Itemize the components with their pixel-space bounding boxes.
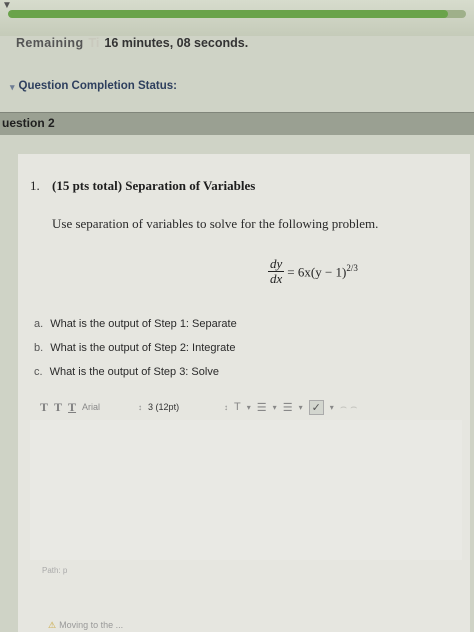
fraction-numerator: dy bbox=[268, 256, 285, 272]
dropdown-caret-icon[interactable]: ▾ bbox=[247, 403, 251, 412]
dropdown-caret-icon[interactable]: ▾ bbox=[330, 403, 334, 412]
link-icon[interactable]: ⌢ ⌢ bbox=[340, 401, 358, 414]
dropdown-caret-icon[interactable]: ▾ bbox=[299, 403, 303, 412]
bottom-status-text: Moving to the ... bbox=[59, 620, 124, 630]
select-arrows-icon[interactable]: ↕ bbox=[224, 403, 228, 412]
spellcheck-icon[interactable]: ✓ bbox=[308, 399, 324, 415]
text-color-icon[interactable]: T bbox=[234, 401, 241, 413]
select-arrows-icon[interactable]: ↕ bbox=[138, 403, 142, 412]
question-title: (15 pts total) Separation of Variables bbox=[52, 178, 256, 193]
expand-toggle-icon[interactable]: ▾ bbox=[10, 82, 15, 93]
warning-icon: ⚠ bbox=[48, 620, 57, 630]
step-a: a. What is the output of Step 1: Separat… bbox=[34, 318, 237, 330]
equation-rhs: = 6x(y − 1)2/3 bbox=[287, 263, 358, 280]
equation-rhs-text: = 6x(y − 1) bbox=[287, 264, 347, 280]
question-header: uestion 2 bbox=[0, 112, 474, 135]
timer-obscured-text: Ti bbox=[88, 36, 100, 50]
question-completion-status[interactable]: ▾ Question Completion Status: bbox=[10, 80, 177, 93]
step-c: c. What is the output of Step 3: Solve bbox=[34, 366, 219, 378]
answer-editor[interactable] bbox=[30, 420, 462, 560]
progress-fill bbox=[8, 10, 448, 18]
timer-readout: Remaining Ti 16 minutes, 08 seconds. bbox=[16, 36, 248, 50]
fraction-denominator: dx bbox=[270, 271, 283, 286]
font-family-select[interactable]: Arial bbox=[82, 402, 132, 412]
step-text: What is the output of Step 3: Solve bbox=[49, 366, 219, 378]
question-header-title: uestion 2 bbox=[2, 116, 55, 130]
step-text: What is the output of Step 1: Separate bbox=[50, 318, 237, 330]
text-format-button-2[interactable]: T bbox=[54, 400, 62, 415]
font-size-select[interactable]: 3 (12pt) bbox=[148, 402, 218, 412]
dropdown-caret-icon[interactable]: ▾ bbox=[273, 403, 277, 412]
time-progress-bar bbox=[8, 10, 466, 18]
completion-label: Question Completion Status: bbox=[18, 80, 177, 92]
text-format-button-1[interactable]: T bbox=[40, 400, 48, 415]
step-b: b. What is the output of Step 2: Integra… bbox=[34, 342, 235, 354]
equation-exponent: 2/3 bbox=[346, 262, 358, 273]
text-format-button-3[interactable]: T bbox=[68, 400, 76, 415]
question-number: 1. bbox=[30, 178, 40, 193]
step-letter: c. bbox=[34, 366, 43, 378]
question-instruction: Use separation of variables to solve for… bbox=[52, 216, 379, 231]
editor-path-label: Path: p bbox=[42, 566, 68, 575]
derivative-fraction: dy dx bbox=[268, 256, 285, 286]
bottom-status: ⚠ Moving to the ... bbox=[48, 620, 123, 631]
bullet-list-icon[interactable]: ☰ bbox=[257, 401, 267, 414]
timer-value: 16 minutes, 08 seconds. bbox=[104, 36, 249, 50]
top-bar: ▼ bbox=[0, 0, 474, 36]
numbered-list-icon[interactable]: ☰ bbox=[283, 401, 293, 414]
step-text: What is the output of Step 2: Integrate bbox=[50, 342, 236, 354]
differential-equation: dy dx = 6x(y − 1)2/3 bbox=[268, 257, 358, 286]
step-letter: b. bbox=[34, 342, 44, 354]
timer-label: Remaining bbox=[16, 36, 84, 50]
step-letter: a. bbox=[34, 318, 44, 330]
editor-toolbar: T T T Arial ↕ 3 (12pt) ↕ T ▾ ☰ ▾ ☰ ▾ ✓ ▾… bbox=[40, 396, 452, 418]
